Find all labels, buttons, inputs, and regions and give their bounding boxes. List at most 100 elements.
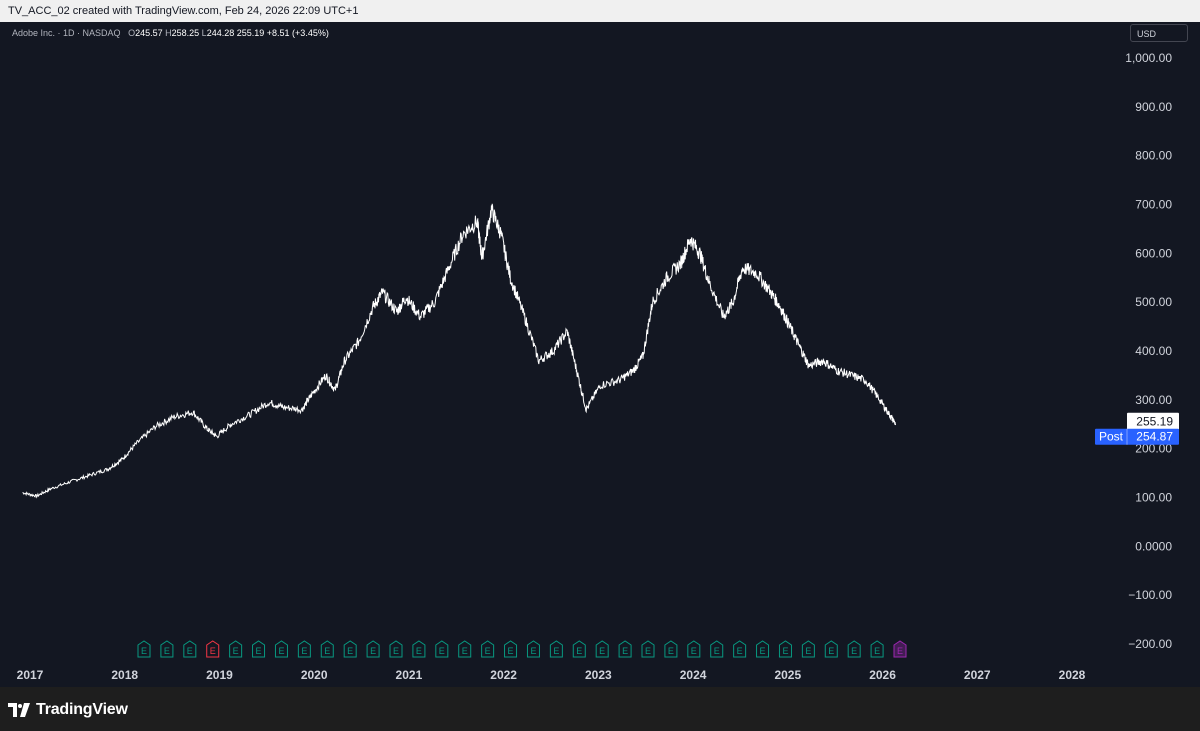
earnings-markers: EEEEEEEEEEEEEEEEEEEEEEEEEEEEEEEEEE [137,640,907,658]
earnings-marker[interactable]: E [206,640,220,658]
post-market-value: 254.87 [1136,430,1173,444]
earnings-marker-label: E [622,646,628,656]
y-tick-label: 700.00 [1135,198,1172,212]
currency-button[interactable]: USD [1130,24,1188,42]
earnings-marker[interactable]: E [641,640,655,658]
earnings-marker[interactable]: E [549,640,563,658]
price-chart[interactable]: 1,000.00 900.00 800.00 700.00 600.00 500.00 40… [0,22,1200,687]
earnings-marker-label: E [370,646,376,656]
x-tick-label: 2023 [585,668,612,682]
earnings-marker[interactable]: E [229,640,243,658]
high-value: 258.25 [171,28,200,38]
earnings-marker-label: E [187,646,193,656]
open-value: 245.57 [135,28,163,38]
earnings-marker[interactable]: E [618,640,632,658]
post-market-label: Post [1099,430,1124,444]
earnings-marker[interactable]: E [664,640,678,658]
footer-bar [0,687,1200,731]
earnings-marker[interactable]: E [297,640,311,658]
earnings-marker-label: E [393,646,399,656]
earnings-marker-label: E [599,646,605,656]
earnings-marker[interactable]: E [343,640,357,658]
earnings-marker-label: E [324,646,330,656]
close-value: 255.19 [236,28,265,38]
earnings-marker-label: E [462,646,468,656]
earnings-marker-label: E [164,646,170,656]
low-value: 244.28 [206,28,235,38]
earnings-marker-label: E [439,646,445,656]
earnings-marker[interactable]: E [824,640,838,658]
x-tick-label: 2026 [869,668,896,682]
earnings-marker-label: E [737,646,743,656]
earnings-marker[interactable]: E [183,640,197,658]
earnings-marker[interactable]: E [778,640,792,658]
earnings-marker[interactable]: E [137,640,151,658]
earnings-marker-label: E [645,646,651,656]
y-tick-label: 400.00 [1135,344,1172,358]
earnings-marker[interactable]: E [526,640,540,658]
earnings-marker-label: E [278,646,284,656]
y-tick-label: 1,000.00 [1125,51,1172,65]
earnings-marker-label: E [714,646,720,656]
y-tick-label: 500.00 [1135,295,1172,309]
price-series-line [22,203,897,499]
earnings-marker-label: E [805,646,811,656]
earnings-marker[interactable]: E [481,640,495,658]
earnings-marker-label: E [553,646,559,656]
y-tick-label: 600.00 [1135,246,1172,260]
time-axis: 2017 2018 2019 2020 2021 2022 2023 2024 2025 2026… [17,668,1086,682]
earnings-marker-label: E [874,646,880,656]
x-tick-label: 2022 [490,668,517,682]
earnings-marker-label: E [141,646,147,656]
earnings-marker[interactable]: E [252,640,266,658]
earnings-marker[interactable]: E [687,640,701,658]
earnings-marker[interactable]: E [733,640,747,658]
earnings-marker-label: E [897,646,903,656]
earnings-marker[interactable]: E [710,640,724,658]
earnings-marker[interactable]: E [893,640,907,658]
earnings-marker[interactable]: E [595,640,609,658]
y-tick-label: 300.00 [1135,393,1172,407]
x-tick-label: 2027 [964,668,991,682]
y-tick-label: 900.00 [1135,100,1172,114]
x-tick-label: 2019 [206,668,233,682]
earnings-marker-label: E [233,646,239,656]
y-tick-label: −200.00 [1128,637,1172,651]
earnings-marker[interactable]: E [160,640,174,658]
earnings-marker-label: E [828,646,834,656]
earnings-marker[interactable]: E [847,640,861,658]
earnings-marker[interactable]: E [412,640,426,658]
earnings-marker[interactable]: E [435,640,449,658]
x-tick-label: 2018 [111,668,138,682]
change-value: +8.51 (+3.45%) [266,28,329,38]
chart-caption: TV_ACC_02 created with TradingView.com, … [0,0,1200,22]
earnings-marker[interactable]: E [870,640,884,658]
x-tick-label: 2028 [1059,668,1086,682]
brand-logo: TradingView [8,700,128,720]
last-price-value: 255.19 [1136,415,1173,429]
earnings-marker-label: E [782,646,788,656]
earnings-marker[interactable]: E [756,640,770,658]
y-tick-label: −100.00 [1128,588,1172,602]
chart-panel[interactable]: 1,000.00 900.00 800.00 700.00 600.00 500.00 40… [0,22,1200,687]
earnings-marker-label: E [508,646,514,656]
x-tick-label: 2017 [17,668,44,682]
earnings-marker[interactable]: E [389,640,403,658]
y-tick-label: 800.00 [1135,149,1172,163]
earnings-marker-label: E [851,646,857,656]
earnings-marker-label: E [576,646,582,656]
y-tick-label: 100.00 [1135,491,1172,505]
earnings-marker[interactable]: E [274,640,288,658]
earnings-marker-label: E [760,646,766,656]
earnings-marker[interactable]: E [320,640,334,658]
price-axis: 1,000.00 900.00 800.00 700.00 600.00 500.00 40… [1125,51,1172,651]
earnings-marker-label: E [347,646,353,656]
y-tick-label: 0.0000 [1135,539,1172,553]
earnings-marker-label: E [691,646,697,656]
earnings-marker[interactable]: E [801,640,815,658]
x-tick-label: 2025 [774,668,801,682]
earnings-marker[interactable]: E [458,640,472,658]
earnings-marker[interactable]: E [366,640,380,658]
earnings-marker[interactable]: E [572,640,586,658]
earnings-marker[interactable]: E [504,640,518,658]
